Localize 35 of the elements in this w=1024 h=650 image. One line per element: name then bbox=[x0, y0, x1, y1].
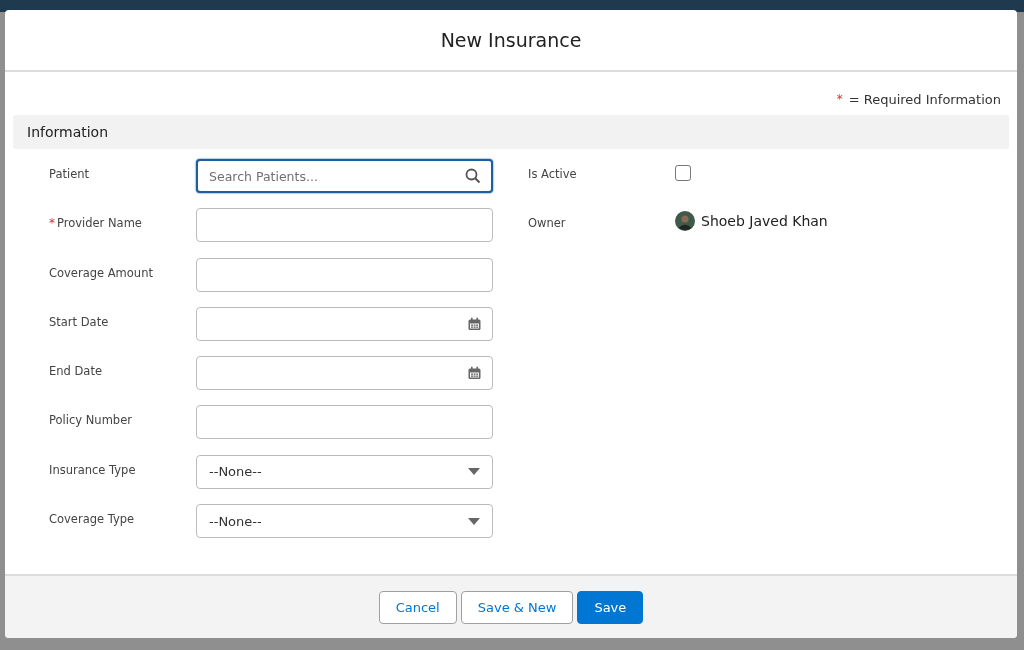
avatar-icon bbox=[675, 211, 695, 232]
field-label: Insurance Type bbox=[49, 462, 136, 477]
required-mark: * bbox=[836, 92, 843, 107]
field-label: End Date bbox=[49, 364, 102, 379]
modal-title: New Insurance bbox=[440, 29, 582, 51]
owner-name[interactable]: Shoeb Javed Khan bbox=[701, 213, 828, 230]
caret-icon bbox=[468, 468, 480, 476]
dropdown-field[interactable]: --None-- bbox=[196, 454, 493, 489]
field-label: Coverage Type bbox=[49, 512, 135, 527]
required-legend: = Required Information bbox=[848, 92, 1001, 107]
date-field[interactable] bbox=[196, 306, 493, 341]
dropdown-field[interactable]: --None-- bbox=[196, 504, 493, 539]
search-icon bbox=[465, 168, 481, 184]
date-field[interactable] bbox=[196, 356, 493, 391]
field-label: Start Date bbox=[49, 314, 109, 329]
field-label: Is Active bbox=[528, 167, 577, 181]
field-label: Owner bbox=[528, 216, 566, 231]
field-label: Coverage Amount bbox=[49, 265, 153, 280]
footer-button[interactable]: Save & New bbox=[460, 590, 574, 624]
input-field[interactable] bbox=[196, 257, 493, 292]
footer-button[interactable]: Cancel bbox=[378, 590, 457, 624]
calendar-icon[interactable] bbox=[468, 366, 481, 380]
field-label: Patient bbox=[49, 167, 90, 181]
field-label: Policy Number bbox=[49, 413, 132, 428]
search-field[interactable]: Search Patients... bbox=[196, 159, 493, 193]
section-header[interactable]: Information bbox=[13, 115, 1009, 149]
save-button[interactable]: Save bbox=[577, 590, 644, 624]
field-label: Provider Name bbox=[57, 216, 142, 231]
calendar-icon[interactable] bbox=[468, 317, 481, 331]
caret-icon bbox=[468, 517, 480, 525]
required-mark: * bbox=[49, 216, 55, 231]
section-title: Information bbox=[27, 124, 109, 140]
checkbox[interactable] bbox=[675, 165, 691, 181]
input-field[interactable] bbox=[196, 405, 493, 440]
input-field[interactable] bbox=[196, 208, 493, 243]
